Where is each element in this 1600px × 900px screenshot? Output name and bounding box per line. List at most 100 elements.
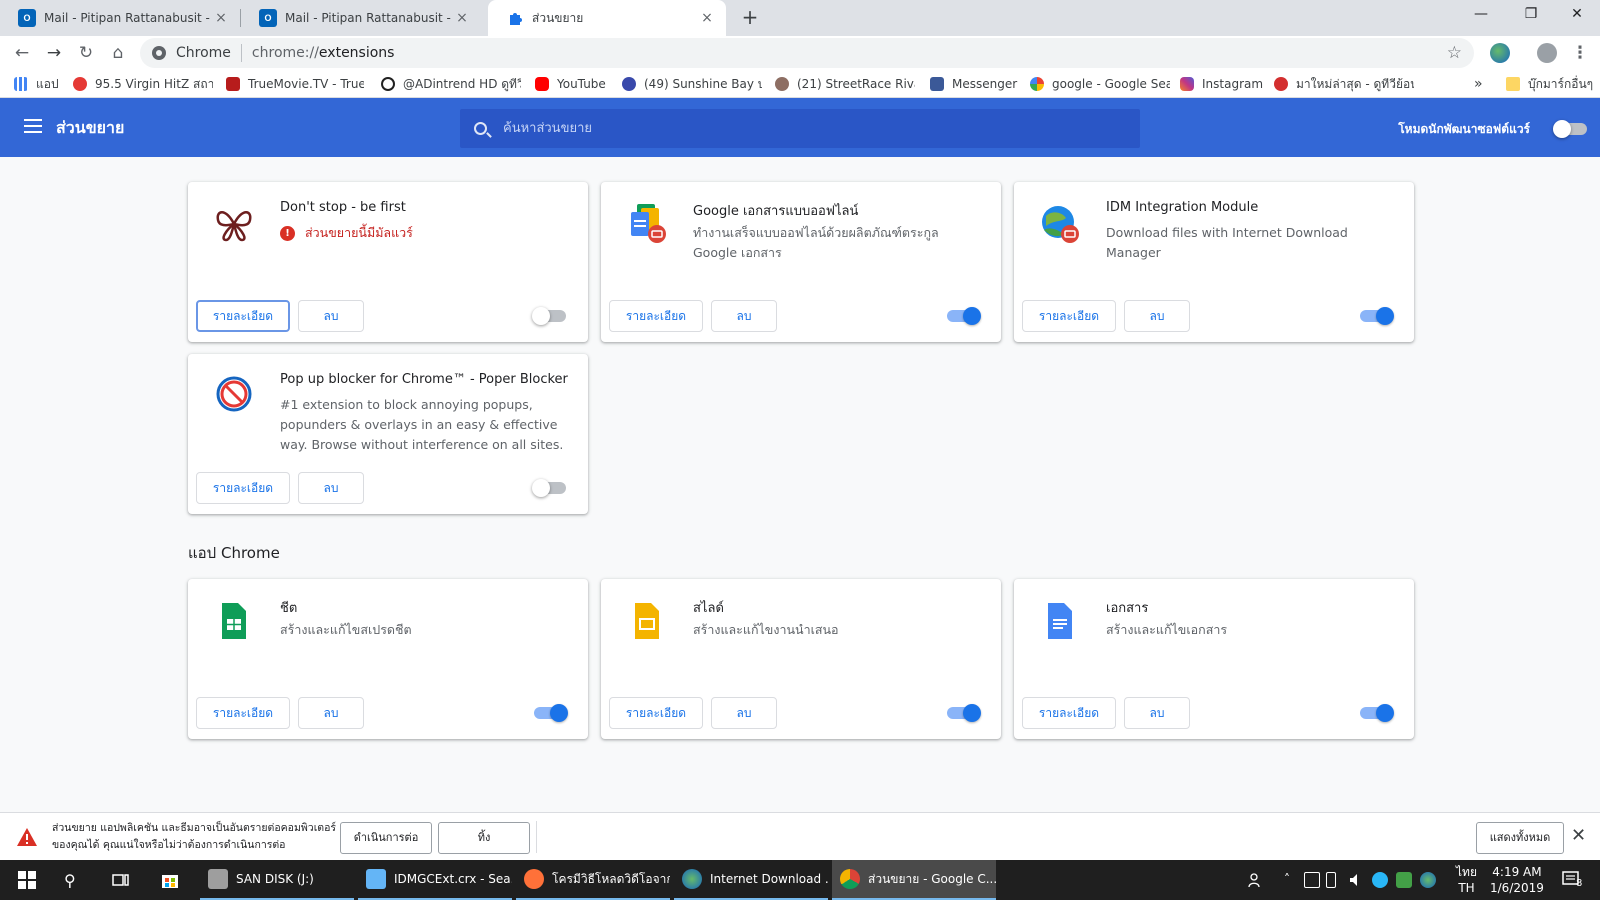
tab-mail-1[interactable]: O Mail - Pitipan Rattanabusit - Outl ×: [0, 0, 240, 36]
extension-search[interactable]: [460, 109, 1140, 148]
bookmark-messenger[interactable]: Messenger: [930, 75, 1020, 93]
hamburger-menu-icon[interactable]: [24, 119, 42, 133]
address-bar[interactable]: Chrome chrome:// extensions ☆: [140, 38, 1474, 68]
puzzle-icon: [506, 9, 524, 27]
close-window-button[interactable]: ✕: [1554, 0, 1600, 30]
restore-button[interactable]: ❐: [1508, 0, 1554, 30]
windows-start-icon[interactable]: [10, 860, 50, 900]
task-view-icon[interactable]: [104, 860, 144, 900]
clock-time: 4:19 AM: [1492, 865, 1542, 879]
volume-icon[interactable]: [1348, 872, 1364, 888]
details-button[interactable]: รายละเอียด: [196, 697, 290, 729]
bookmark-truemovie[interactable]: TrueMovie.TV - TrueL: [226, 75, 364, 93]
toolbar: ← → ↻ ⌂ Chrome chrome:// extensions ☆ ⋮: [0, 36, 1600, 70]
other-bookmarks[interactable]: บุ๊กมาร์กอื่นๆ: [1506, 75, 1598, 93]
omnibox-divider: [240, 44, 242, 62]
taskbar-sandisk[interactable]: SAN DISK (J:): [200, 860, 354, 900]
menu-dots-icon[interactable]: ⋮: [1568, 41, 1592, 65]
tab-mail-2[interactable]: O Mail - Pitipan Rattanabusit - Outl ×: [241, 0, 481, 36]
remove-button[interactable]: ลบ: [298, 300, 364, 332]
chrome-secure-icon: [152, 46, 166, 60]
app-toggle-on[interactable]: [947, 704, 981, 722]
taskbar-idm[interactable]: Internet Download ...: [674, 860, 828, 900]
remove-button[interactable]: ลบ: [1124, 697, 1190, 729]
bookmark-adintrend[interactable]: @ADintrend HD ดูทีวี: [381, 75, 521, 93]
idm-extension-icon[interactable]: [1490, 43, 1510, 63]
forward-arrow-icon[interactable]: →: [42, 41, 66, 65]
extensions-header: ส่วนขยาย โหมดนักพัฒนาซอฟต์แวร์: [0, 98, 1600, 157]
bookmark-label: (21) StreetRace Rivals: [797, 77, 915, 91]
details-button[interactable]: รายละเอียด: [1022, 300, 1116, 332]
bookmark-sunshine-bay[interactable]: (49) Sunshine Bay บน: [622, 75, 762, 93]
profile-avatar-icon[interactable]: [1537, 43, 1557, 63]
dev-mode-toggle[interactable]: [1553, 120, 1587, 138]
taskbar-firefox[interactable]: โครมีวิธีโหลดวิดีโอจาก...: [516, 860, 670, 900]
usb-drive-icon[interactable]: [1326, 872, 1336, 888]
bookmark-streetrace[interactable]: (21) StreetRace Rivals: [775, 75, 915, 93]
continue-button[interactable]: ดำเนินการต่อ: [340, 822, 432, 854]
bookmark-virgin-hitz[interactable]: 95.5 Virgin HitZ สถานี: [73, 75, 213, 93]
app-name: เอกสาร: [1106, 601, 1149, 616]
input-language[interactable]: ไทย TH: [1456, 864, 1477, 896]
minimize-button[interactable]: —: [1458, 0, 1504, 30]
bookmark-star-icon[interactable]: ☆: [1447, 43, 1462, 63]
bluetooth-tray-icon[interactable]: [1372, 872, 1388, 888]
details-button[interactable]: รายละเอียด: [196, 472, 290, 504]
line-app-icon[interactable]: [1396, 872, 1412, 888]
home-icon[interactable]: ⌂: [106, 41, 130, 65]
remove-button[interactable]: ลบ: [298, 697, 364, 729]
back-arrow-icon[interactable]: ←: [10, 41, 34, 65]
tab-close-icon[interactable]: ×: [453, 10, 471, 26]
bookmarks-overflow-chevron-icon[interactable]: »: [1474, 75, 1486, 93]
taskbar-chrome[interactable]: ส่วนขยาย - Google C...: [832, 860, 996, 900]
network-icon[interactable]: [1304, 872, 1320, 888]
details-button[interactable]: รายละเอียด: [609, 697, 703, 729]
extension-toggle-on[interactable]: [1360, 307, 1394, 325]
bookmark-instagram[interactable]: Instagram: [1180, 75, 1268, 93]
discard-button[interactable]: ทิ้ง: [438, 822, 530, 854]
system-clock[interactable]: 4:19 AM 1/6/2019: [1490, 864, 1544, 896]
adintrend-icon: [381, 77, 395, 91]
reload-icon[interactable]: ↻: [74, 41, 98, 65]
extension-toggle-off[interactable]: [532, 307, 566, 325]
firefox-icon: [524, 869, 544, 889]
bookmark-label: (49) Sunshine Bay บน: [644, 76, 762, 91]
taskbar-search-icon[interactable]: ⚲: [56, 860, 96, 900]
people-icon[interactable]: [1248, 872, 1264, 888]
url-path: extensions: [318, 45, 395, 61]
taskbar-idmgcext[interactable]: IDMGCExt.crx - Sea...: [358, 860, 512, 900]
extension-card-idm: IDM Integration Module Download files wi…: [1014, 182, 1414, 342]
details-button[interactable]: รายละเอียด: [196, 300, 290, 332]
bookmark-s-site[interactable]: มาใหม่ล่าสุด - ดูทีวีย้อนห: [1274, 75, 1414, 93]
show-all-button[interactable]: แสดงทั้งหมด: [1476, 822, 1564, 854]
bookmark-apps[interactable]: แอป: [14, 75, 70, 93]
action-center-icon[interactable]: 8: [1562, 870, 1584, 890]
details-button[interactable]: รายละเอียด: [1022, 697, 1116, 729]
details-button[interactable]: รายละเอียด: [609, 300, 703, 332]
app-toggle-on[interactable]: [534, 704, 568, 722]
tab-close-icon[interactable]: ×: [698, 10, 716, 26]
remove-button[interactable]: ลบ: [298, 472, 364, 504]
remove-button[interactable]: ลบ: [711, 300, 777, 332]
extension-toggle-on[interactable]: [947, 307, 981, 325]
show-hidden-icons-chevron-icon[interactable]: ˄: [1284, 872, 1300, 888]
remove-button[interactable]: ลบ: [711, 697, 777, 729]
bookmark-label: มาใหม่ล่าสุด - ดูทีวีย้อนห: [1296, 76, 1414, 91]
tab-close-icon[interactable]: ×: [212, 10, 230, 26]
windows-taskbar: ⚲ SAN DISK (J:) IDMGCExt.crx - Sea... โค…: [0, 860, 1600, 900]
search-input[interactable]: [503, 121, 1063, 136]
bookmark-youtube[interactable]: YouTube: [535, 75, 615, 93]
store-icon[interactable]: [152, 860, 192, 900]
tab-extensions[interactable]: ส่วนขยาย ×: [488, 0, 726, 36]
app-toggle-on[interactable]: [1360, 704, 1394, 722]
remove-button[interactable]: ลบ: [1124, 300, 1190, 332]
close-icon[interactable]: ✕: [1571, 825, 1586, 846]
warning-text: ส่วนขยายนี้มีมัลแวร์: [305, 225, 413, 240]
extension-toggle-off[interactable]: [532, 479, 566, 497]
omnibox-chip: Chrome: [176, 45, 231, 61]
taskbar-label: IDMGCExt.crx - Sea...: [394, 872, 512, 886]
new-tab-button[interactable]: +: [738, 6, 762, 30]
idm-tray-icon[interactable]: [1420, 872, 1436, 888]
warning-triangle-icon: [16, 827, 38, 851]
bookmark-google-search[interactable]: google - Google Sear: [1030, 75, 1170, 93]
